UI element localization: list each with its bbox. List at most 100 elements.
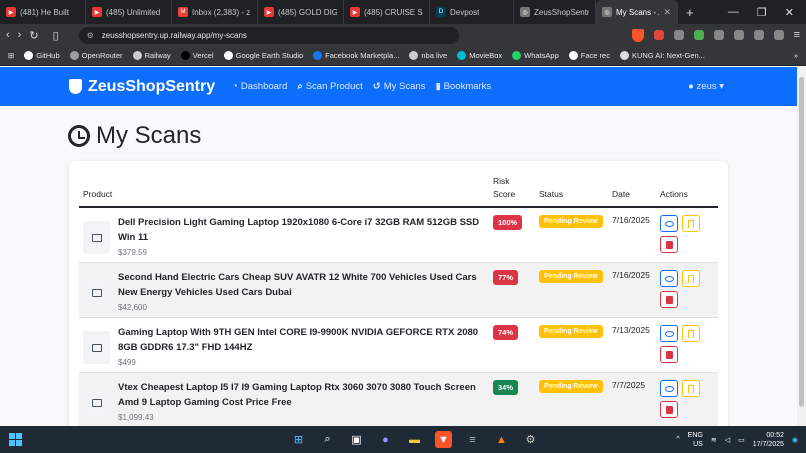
nav-bookmarks[interactable]: ▮ Bookmarks bbox=[435, 81, 491, 92]
browser-tab[interactable]: ▶ (481) He Built bbox=[0, 0, 86, 24]
leo-icon[interactable] bbox=[773, 30, 784, 40]
risk-score-badge: 100% bbox=[493, 215, 523, 230]
eye-icon bbox=[664, 330, 674, 337]
product-name[interactable]: Vtex Cheapest Laptop I5 I7 I9 Gaming Lap… bbox=[118, 380, 485, 410]
bookmark-item[interactable]: Face rec bbox=[568, 51, 610, 60]
nav-my-scans[interactable]: ↺ My Scans bbox=[373, 81, 426, 92]
notification-icon[interactable]: ◉ bbox=[792, 436, 798, 444]
bookmark-button[interactable] bbox=[682, 270, 700, 287]
extension-icon[interactable] bbox=[713, 30, 724, 40]
bookmark-item[interactable]: Vercel bbox=[180, 51, 214, 60]
file-explorer-icon[interactable]: ▬ bbox=[406, 431, 423, 448]
date-cell: 7/16/2025 bbox=[608, 262, 656, 318]
youtube-icon: ▶ bbox=[264, 7, 274, 17]
globe-icon: ◎ bbox=[520, 7, 530, 17]
system-tray: ^ ENG US ≋ ◁ ▭ 00:52 17/7/2025 ◉ bbox=[676, 431, 806, 449]
search-icon[interactable]: ⌕ bbox=[319, 431, 336, 448]
date-cell: 7/13/2025 bbox=[608, 317, 656, 373]
windows-start-icon[interactable]: ⊞ bbox=[290, 431, 307, 448]
browser-tab[interactable]: D Devpost bbox=[430, 0, 514, 24]
bookmark-item[interactable]: KUNG AI: Next-Gen... bbox=[619, 51, 705, 60]
column-header-product: Product bbox=[79, 175, 489, 208]
clock[interactable]: 00:52 17/7/2025 bbox=[753, 431, 784, 449]
teams-icon[interactable]: ● bbox=[377, 431, 394, 448]
battery-icon[interactable]: ▭ bbox=[738, 436, 745, 444]
browser-tab[interactable]: ◎ ZeusShopSentry bbox=[514, 0, 596, 24]
url-field[interactable]: ⚙ zeusshopsentry.up.railway.app/my-scans bbox=[78, 26, 459, 44]
browser-tab[interactable]: M Inbox (2,383) - z bbox=[172, 0, 258, 24]
product-name[interactable]: Second Hand Electric Cars Cheap SUV AVAT… bbox=[118, 270, 485, 300]
search-icon: ⌕ bbox=[297, 81, 303, 92]
nav-scan-product[interactable]: ⌕ Scan Product bbox=[297, 81, 362, 92]
extension-icon[interactable] bbox=[673, 30, 684, 40]
bookmark-item[interactable]: Google Earth Studio bbox=[223, 51, 303, 60]
forward-icon[interactable]: › bbox=[18, 29, 22, 41]
bookmark-button[interactable] bbox=[682, 215, 700, 232]
bookmark-page-icon[interactable]: ▯ bbox=[53, 29, 59, 42]
delete-button[interactable] bbox=[660, 346, 678, 363]
browser-tab-active[interactable]: ◎ My Scans - Z ✕ bbox=[596, 0, 678, 24]
trash-icon bbox=[665, 295, 673, 304]
chevron-up-icon[interactable]: ^ bbox=[676, 436, 679, 443]
bookmark-item[interactable]: MovieBox bbox=[457, 51, 502, 60]
scrollbar-thumb[interactable] bbox=[799, 77, 804, 407]
brand[interactable]: ZeusShopSentry bbox=[69, 78, 215, 96]
user-name: zeus bbox=[696, 81, 717, 92]
view-button[interactable] bbox=[660, 380, 678, 397]
brave-shield-icon[interactable] bbox=[631, 28, 644, 42]
delete-button[interactable] bbox=[660, 291, 678, 308]
status-badge: Pending Review bbox=[539, 325, 603, 338]
new-tab-button[interactable]: + bbox=[678, 5, 702, 20]
scans-table: Product Risk Score Status Date Actions D… bbox=[79, 175, 718, 426]
volume-icon[interactable]: ◁ bbox=[725, 436, 730, 444]
product-name[interactable]: Gaming Laptop With 9TH GEN Intel CORE I9… bbox=[118, 325, 485, 355]
database-icon[interactable]: ≡ bbox=[464, 431, 481, 448]
view-button[interactable] bbox=[660, 270, 678, 287]
bookmark-item[interactable]: Railway bbox=[132, 51, 171, 60]
user-menu[interactable]: ● zeus ▾ bbox=[688, 81, 724, 92]
close-window-icon[interactable]: ✕ bbox=[785, 6, 794, 19]
status-cell: Pending Review bbox=[535, 262, 608, 318]
browser-tab[interactable]: ▶ (485) Unlimited bbox=[86, 0, 172, 24]
close-tab-icon[interactable]: ✕ bbox=[663, 7, 671, 18]
language-indicator[interactable]: ENG US bbox=[688, 431, 703, 449]
apps-grid-icon[interactable]: ⊞ bbox=[8, 51, 14, 60]
view-button[interactable] bbox=[660, 215, 678, 232]
browser-tab[interactable]: ▶(485) CRUISE SHI bbox=[344, 0, 430, 24]
more-bookmarks-icon[interactable]: » bbox=[794, 51, 798, 60]
bookmark-item[interactable]: nba live bbox=[409, 51, 447, 60]
rewards-icon[interactable] bbox=[653, 30, 664, 40]
back-icon[interactable]: ‹ bbox=[6, 29, 10, 41]
brave-icon[interactable]: ▼ bbox=[435, 431, 452, 448]
extension-icon[interactable] bbox=[693, 30, 704, 40]
page-content: My Scans Product Risk Score Status Date … bbox=[0, 106, 797, 426]
bookmark-item[interactable]: Facebook Marketpla... bbox=[313, 51, 399, 60]
site-info-icon[interactable]: ⚙ bbox=[87, 31, 94, 40]
wallet-icon[interactable] bbox=[753, 30, 764, 40]
bookmark-item[interactable]: OpenRouter bbox=[69, 51, 123, 60]
bookmark-button[interactable] bbox=[682, 325, 700, 342]
sidebar-icon[interactable] bbox=[733, 30, 744, 40]
maximize-icon[interactable]: ❐ bbox=[757, 6, 767, 19]
wifi-icon[interactable]: ≋ bbox=[711, 436, 717, 444]
widgets-icon[interactable] bbox=[9, 433, 22, 446]
delete-button[interactable] bbox=[660, 236, 678, 253]
browser-tab[interactable]: ▶(485) GOLD DIGG bbox=[258, 0, 344, 24]
product-name[interactable]: Dell Precision Light Gaming Laptop 1920x… bbox=[118, 215, 485, 245]
bookmark-button[interactable] bbox=[682, 380, 700, 397]
page-scrollbar[interactable] bbox=[797, 67, 806, 426]
vlc-icon[interactable]: ▲ bbox=[493, 431, 510, 448]
view-button[interactable] bbox=[660, 325, 678, 342]
menu-icon[interactable]: ≡ bbox=[794, 29, 800, 41]
bookmark-item[interactable]: WhatsApp bbox=[512, 51, 559, 60]
minimize-icon[interactable]: — bbox=[728, 6, 739, 19]
bookmark-item[interactable]: GitHub bbox=[24, 51, 60, 60]
settings-icon[interactable]: ⚙ bbox=[522, 431, 539, 448]
task-view-icon[interactable]: ▣ bbox=[348, 431, 365, 448]
nav-dashboard[interactable]: ◔ Dashboard bbox=[232, 81, 287, 92]
delete-button[interactable] bbox=[660, 401, 678, 418]
moviebox-icon bbox=[457, 51, 467, 60]
reload-icon[interactable]: ↻ bbox=[29, 29, 38, 42]
page-title: My Scans bbox=[96, 122, 202, 149]
row-actions bbox=[660, 215, 706, 253]
